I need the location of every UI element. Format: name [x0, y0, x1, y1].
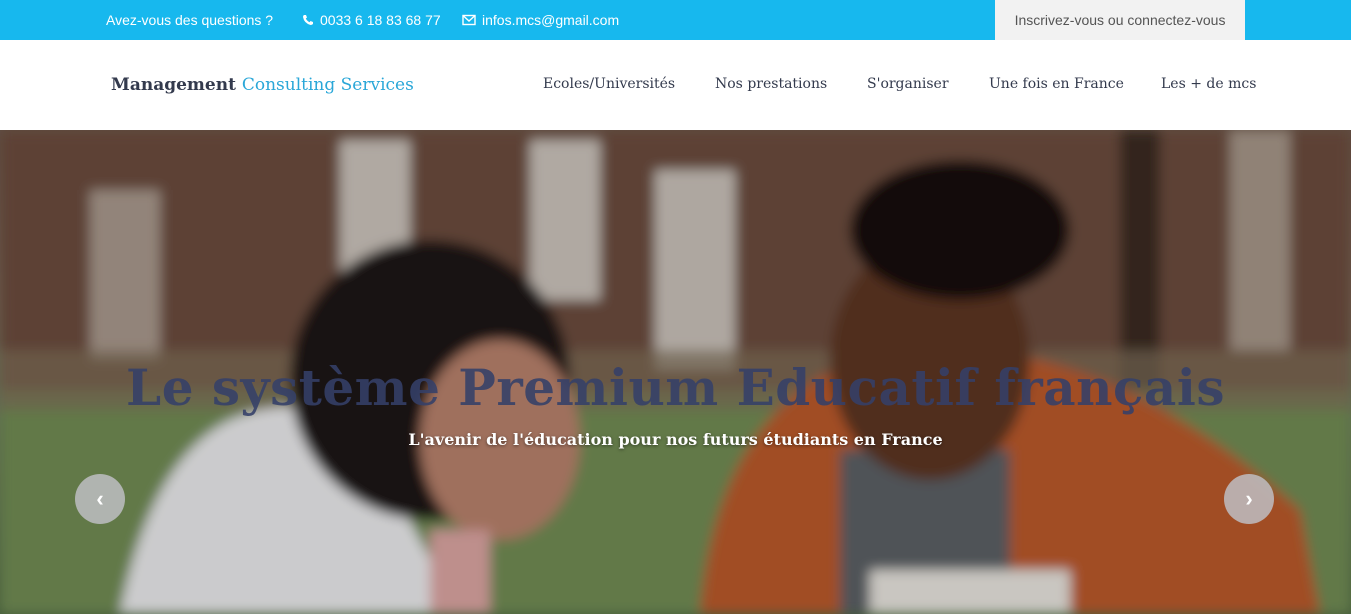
email-address: infos.mcs@gmail.com [482, 12, 620, 28]
nav-organiser[interactable]: S'organiser [867, 76, 949, 92]
brand-part-1: Management [111, 75, 236, 95]
phone-link[interactable]: 0033 6 18 83 68 77 [302, 12, 441, 28]
hero-subtitle: L'avenir de l'éducation pour nos futurs … [408, 430, 943, 449]
nav-ecoles[interactable]: Ecoles/Universités [543, 76, 675, 92]
site-logo[interactable]: Management Consulting Services [111, 75, 414, 95]
nav-plus-de-mcs[interactable]: Les + de mcs [1161, 76, 1256, 92]
top-bar: Avez-vous des questions ? 0033 6 18 83 6… [0, 0, 1351, 40]
nav-une-fois-en-france[interactable]: Une fois en France [989, 76, 1124, 92]
brand-part-2: Consulting Services [241, 75, 414, 95]
email-link[interactable]: infos.mcs@gmail.com [462, 12, 619, 28]
questions-text: Avez-vous des questions ? [106, 12, 274, 28]
phone-number: 0033 6 18 83 68 77 [320, 12, 441, 28]
slider-prev-button[interactable]: ‹ [75, 474, 125, 524]
slider-next-button[interactable]: › [1224, 474, 1274, 524]
chevron-right-icon: › [1245, 486, 1253, 511]
site-header: Management Consulting Services Ecoles/Un… [0, 40, 1351, 130]
phone-icon [303, 15, 313, 25]
hero-title: Le système Premium Educatif français [126, 358, 1225, 417]
login-button[interactable]: Inscrivez-vous ou connectez-vous [995, 0, 1245, 40]
hero-slider: Le système Premium Educatif français L'a… [0, 130, 1351, 614]
envelope-icon [462, 14, 476, 26]
nav-prestations[interactable]: Nos prestations [715, 76, 827, 92]
chevron-left-icon: ‹ [96, 486, 104, 511]
